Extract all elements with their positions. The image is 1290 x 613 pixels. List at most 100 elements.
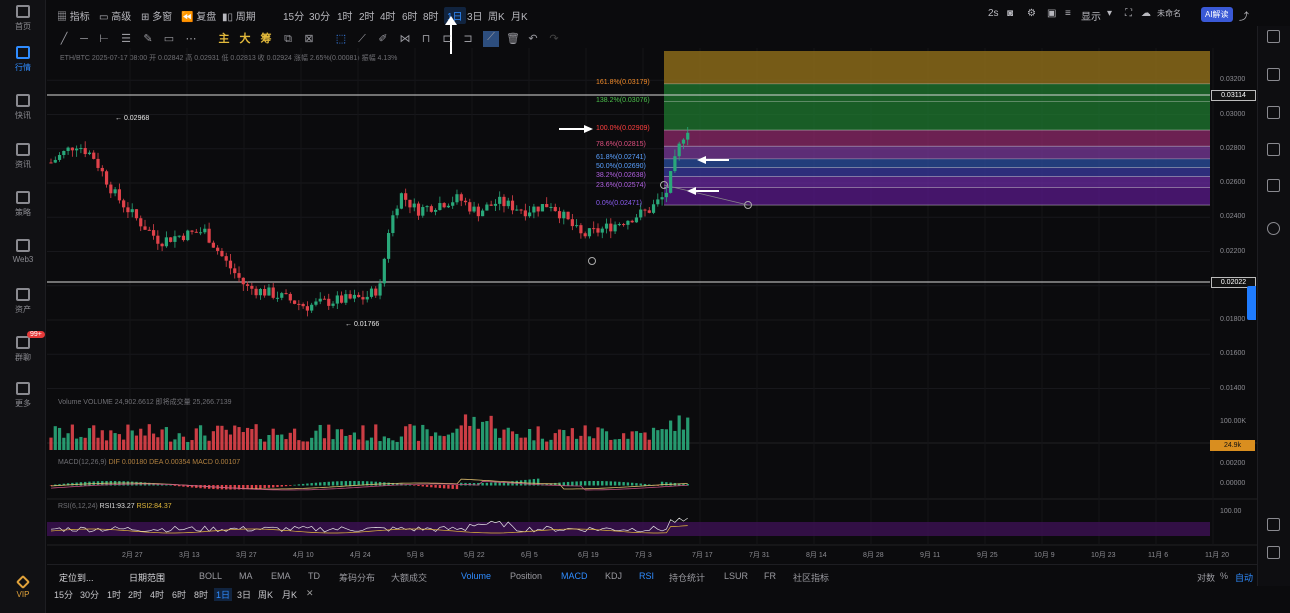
tf-15m[interactable]: 15分: [283, 8, 304, 23]
tf-1m[interactable]: 月K: [511, 8, 528, 23]
cursor-tool-icon[interactable]: ⬚: [335, 33, 347, 45]
ind-boll[interactable]: BOLL: [199, 571, 222, 581]
chip-tool-icon[interactable]: 筹: [260, 33, 272, 45]
trash-tool-icon[interactable]: 🗑: [506, 33, 520, 45]
eye-tool-icon[interactable]: ⊐: [462, 33, 474, 45]
main-tool-icon[interactable]: 主: [218, 33, 230, 45]
nav-item-vip[interactable]: VIP: [0, 574, 46, 599]
ray-tool-icon[interactable]: ⊢: [98, 33, 110, 45]
magnet-tool-icon[interactable]: ⊏: [441, 33, 453, 45]
collapse-tab[interactable]: [1247, 286, 1256, 320]
macd-indicator-label[interactable]: MACD(12,26,9) DIF 0.00180 DEA 0.00354 MA…: [58, 459, 240, 466]
multi-chart-button[interactable]: ⊞ 多窗: [141, 8, 172, 23]
ind-bigtrade[interactable]: 大额成交: [391, 571, 427, 584]
marker-tool-icon[interactable]: ✐: [377, 33, 389, 45]
list-icon[interactable]: ≡: [1065, 8, 1071, 19]
nav-item-flash[interactable]: 快讯: [0, 94, 46, 121]
date-range-button[interactable]: 日期范围: [129, 571, 165, 584]
monitor-icon[interactable]: [1267, 143, 1280, 156]
tf-3d[interactable]: 3日: [467, 8, 483, 23]
btf-1d[interactable]: 1日: [214, 588, 233, 601]
nav-item-web3[interactable]: Web3: [0, 239, 46, 264]
ind-td[interactable]: TD: [308, 571, 320, 581]
sub-volume[interactable]: Volume: [461, 571, 491, 581]
orderbook-icon[interactable]: [1267, 68, 1280, 81]
tf-6h[interactable]: 6时: [402, 8, 418, 23]
template-button[interactable]: ▭ 高级: [99, 8, 131, 23]
compare-tool-icon[interactable]: ⧉: [282, 33, 294, 45]
channel-tool-icon[interactable]: ☰: [120, 33, 132, 45]
nav-item-more[interactable]: 更多: [0, 382, 46, 409]
locate-button[interactable]: 定位到...: [59, 571, 94, 584]
indicators-button[interactable]: ▦ 指标: [57, 8, 90, 23]
sub-kdj[interactable]: KDJ: [605, 571, 622, 581]
btf-30m[interactable]: 30分: [80, 588, 99, 601]
nav-item-chat[interactable]: 群聊: [0, 336, 46, 363]
tf-2h[interactable]: 2时: [359, 8, 375, 23]
camera-icon[interactable]: ◙: [1007, 8, 1013, 19]
sub-position[interactable]: Position: [510, 571, 542, 581]
chart-type-button[interactable]: ▮▯ 周期: [222, 8, 256, 23]
window-icon[interactable]: [1267, 179, 1280, 192]
undo-tool-icon[interactable]: ↶: [527, 33, 539, 45]
btf-2h[interactable]: 2时: [128, 588, 142, 601]
rsi-indicator-label[interactable]: RSI(6,12,24) RSI1:93.27 RSI2:84.37: [58, 503, 172, 510]
line-tool-icon[interactable]: ╱: [58, 33, 70, 45]
ind-chip[interactable]: 筹码分布: [339, 571, 375, 584]
fullscreen-icon[interactable]: ⛶: [1125, 8, 1132, 19]
sub-community[interactable]: 社区指标: [793, 571, 829, 584]
fib-tool-icon[interactable]: ⊠: [303, 33, 315, 45]
notes-icon[interactable]: [1267, 30, 1280, 43]
btf-1m[interactable]: 月K: [282, 588, 297, 601]
alert-icon[interactable]: [1267, 222, 1280, 235]
tf-30m[interactable]: 30分: [309, 8, 330, 23]
sub-position-stats[interactable]: 持仓统计: [669, 571, 705, 584]
log-scale-toggle[interactable]: 对数: [1197, 571, 1215, 584]
nav-item-news[interactable]: 资讯: [0, 143, 46, 170]
pencil-tool-icon[interactable]: ✎: [142, 33, 154, 45]
share-icon[interactable]: ⤴: [1239, 8, 1249, 23]
nav-item-market[interactable]: 行情: [0, 46, 46, 73]
btf-8h[interactable]: 8时: [194, 588, 208, 601]
btf-15m[interactable]: 15分: [54, 588, 73, 601]
btf-1w[interactable]: 周K: [258, 588, 273, 601]
percent-toggle[interactable]: %: [1220, 571, 1228, 581]
btf-3d[interactable]: 3日: [237, 588, 251, 601]
sub-fr[interactable]: FR: [764, 571, 776, 581]
more-tools-icon[interactable]: ⋯: [185, 33, 197, 45]
nav-item-strategy[interactable]: 策略: [0, 191, 46, 218]
image-icon[interactable]: ▣: [1047, 8, 1056, 19]
redo-tool-icon[interactable]: ↷: [548, 33, 560, 45]
tf-1h[interactable]: 1时: [337, 8, 353, 23]
big-tool-icon[interactable]: 大: [239, 33, 251, 45]
display-button[interactable]: 显示: [1081, 8, 1101, 23]
tf-4h[interactable]: 4时: [380, 8, 396, 23]
nav-item-assets[interactable]: 资产: [0, 288, 46, 315]
ai-button[interactable]: AI解读: [1201, 7, 1233, 22]
btf-4h[interactable]: 4时: [150, 588, 164, 601]
pattern-tool-icon[interactable]: ⋈: [399, 33, 411, 45]
volume-indicator-label[interactable]: Volume VOLUME 24,902.6612 即将成交量 25,266.7…: [58, 397, 232, 407]
refresh-interval[interactable]: 2s: [988, 8, 999, 19]
btf-6h[interactable]: 6时: [172, 588, 186, 601]
sub-lsur[interactable]: LSUR: [724, 571, 748, 581]
nav-item-home[interactable]: 首页: [0, 5, 46, 32]
ind-ma[interactable]: MA: [239, 571, 253, 581]
ind-ema[interactable]: EMA: [271, 571, 291, 581]
account-name[interactable]: 未命名: [1157, 8, 1181, 19]
tf-8h[interactable]: 8时: [423, 8, 439, 23]
lock-tool-icon[interactable]: ⊓: [420, 33, 432, 45]
auto-toggle[interactable]: 自动: [1235, 571, 1253, 584]
selected-tool-icon[interactable]: ⟋: [483, 31, 499, 47]
btf-1h[interactable]: 1时: [107, 588, 121, 601]
brush-tool-icon[interactable]: ⟋: [356, 33, 368, 45]
settings-icon[interactable]: ⚙: [1027, 8, 1036, 19]
cloud-icon[interactable]: ☁: [1141, 8, 1151, 19]
sub-macd[interactable]: MACD: [561, 571, 588, 581]
news-panel-icon[interactable]: [1267, 106, 1280, 119]
dropdown-icon[interactable]: ▾: [1107, 8, 1112, 19]
replay-button[interactable]: ⏪ 复盘: [181, 8, 216, 23]
price-chart[interactable]: [47, 48, 1257, 553]
fibonacci-retracement[interactable]: [660, 51, 1211, 209]
close-icon[interactable]: ✕: [306, 588, 314, 599]
